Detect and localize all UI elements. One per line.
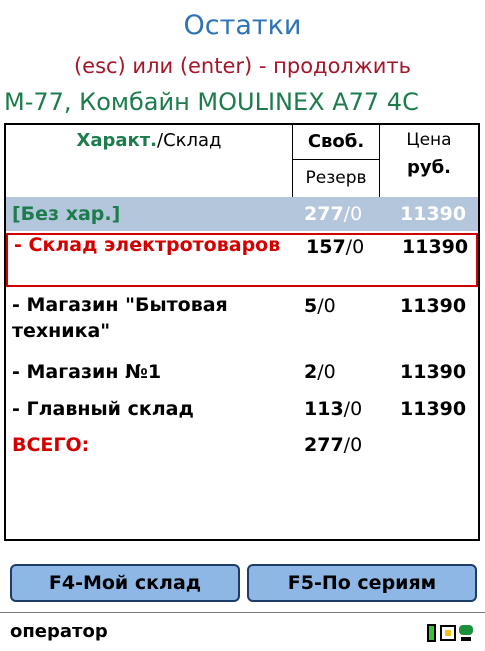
row-name: [Без хар.]: [12, 203, 121, 225]
header-char-label: Характ.: [76, 130, 158, 151]
header-characteristic: Характ./Склад: [6, 125, 292, 197]
table-row-total: ВСЕГО: 277/0: [6, 431, 478, 461]
header-free-reserve: Своб. Резерв: [292, 125, 380, 197]
table-header: Характ./Склад Своб. Резерв Цена руб.: [6, 125, 478, 197]
row-price: 11390: [400, 361, 467, 383]
header-price-label: Цена: [406, 130, 452, 150]
chat-icon: [459, 625, 473, 641]
row-free-reserve: 2/0: [304, 361, 336, 383]
row-free-reserve: 5/0: [304, 295, 336, 317]
status-icons: [425, 622, 477, 648]
battery-icon: [427, 624, 436, 642]
row-name: - Главный склад: [12, 398, 194, 420]
row-name: ВСЕГО:: [12, 434, 90, 456]
stock-table: Характ./Склад Своб. Резерв Цена руб. [Бе…: [4, 123, 480, 541]
header-free: Своб.: [293, 125, 379, 160]
row-free-reserve: 157/0: [306, 236, 365, 258]
table-row[interactable]: [Без хар.] 277/0 11390: [6, 197, 478, 231]
row-price: 11390: [402, 236, 469, 258]
header-warehouse-label: /Склад: [157, 130, 222, 151]
table-row[interactable]: - Магазин №1 2/0 11390: [6, 358, 478, 388]
row-free-reserve: 113/0: [304, 398, 363, 420]
row-free-reserve: 277/0: [304, 434, 363, 456]
row-price: 11390: [400, 295, 467, 317]
row-name: - Склад электротоваров: [14, 234, 281, 256]
header-price: Цена руб.: [380, 125, 478, 197]
header-price-unit: руб.: [406, 157, 452, 178]
item-name: М-77, Комбайн MOULINEX A77 4C: [4, 88, 419, 116]
screen-title: Остатки: [183, 10, 302, 41]
connection-icon: [440, 625, 456, 641]
row-name: - Магазин №1: [12, 361, 162, 383]
row-price: 11390: [400, 398, 467, 420]
header-reserve: Резерв: [305, 168, 367, 188]
my-warehouse-button[interactable]: F4-Мой склад: [10, 564, 240, 602]
row-free-reserve: 277/0: [304, 203, 363, 225]
hint-text: (esc) или (enter) - продолжить: [73, 54, 412, 78]
row-price: 11390: [400, 203, 467, 225]
table-row-selected[interactable]: - Склад электротоваров 157/0 11390: [6, 233, 478, 287]
row-name: - Магазин "Бытовая техника": [12, 294, 228, 342]
status-bar: оператор: [0, 612, 485, 651]
operator-label: оператор: [10, 621, 108, 642]
by-series-button[interactable]: F5-По сериям: [247, 564, 477, 602]
table-row[interactable]: - Магазин "Бытовая техника" 5/0 11390: [6, 292, 478, 348]
table-row[interactable]: - Главный склад 113/0 11390: [6, 395, 478, 425]
